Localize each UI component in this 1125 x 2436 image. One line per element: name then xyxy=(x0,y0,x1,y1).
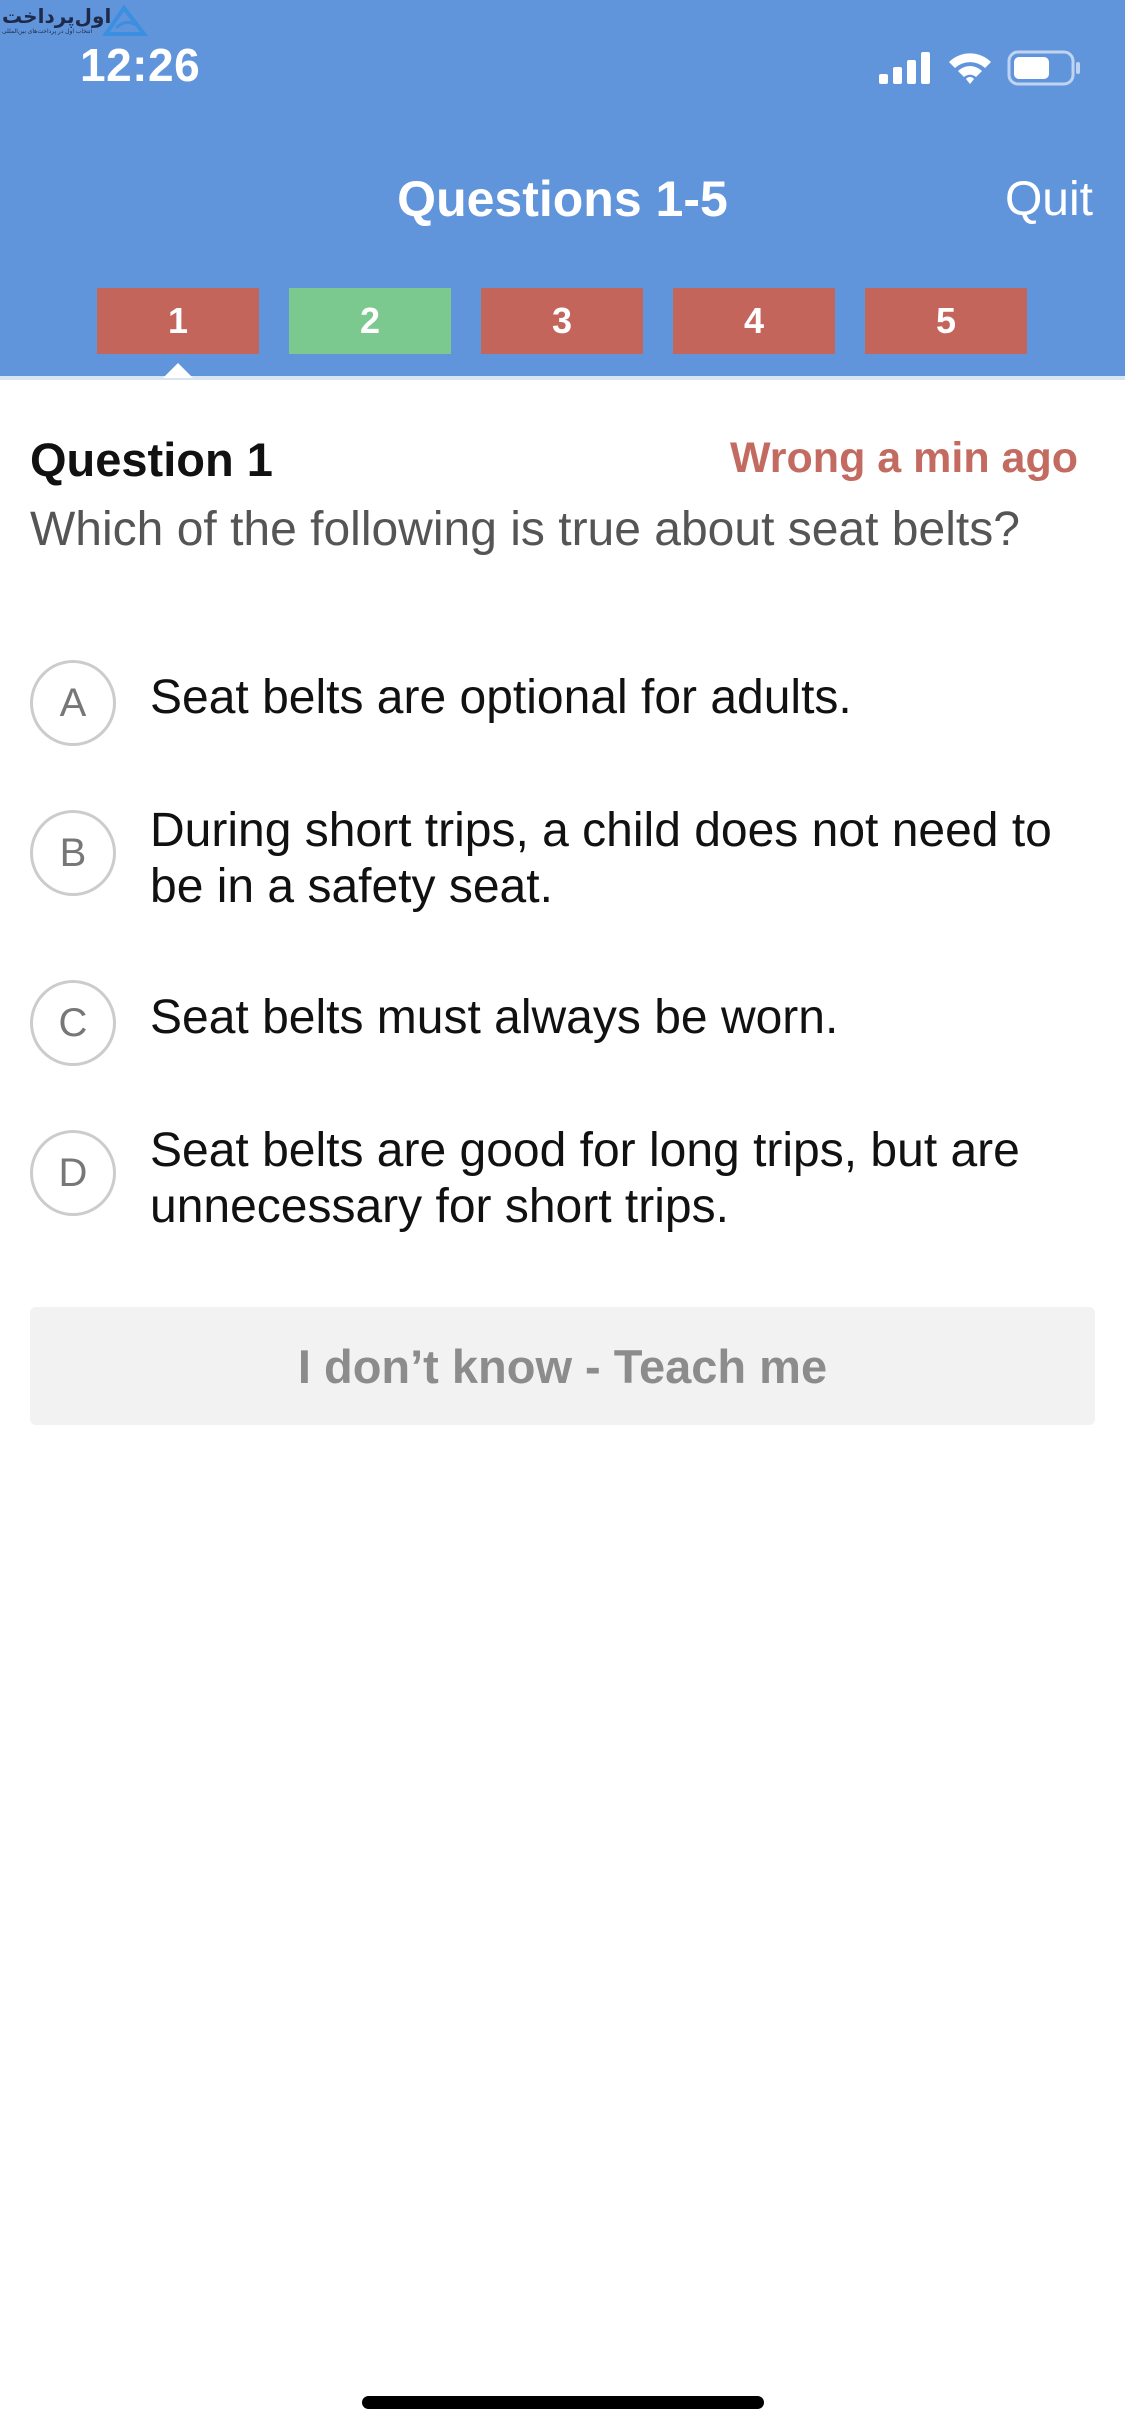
question-tab-1[interactable]: 1 xyxy=(97,288,259,354)
question-heading: Question 1 xyxy=(30,433,273,486)
watermark-subtext: انتخاب اول در پرداخت‌های بین‌المللی xyxy=(2,29,93,35)
selected-tab-pointer xyxy=(163,363,193,378)
answer-option-d[interactable]: D Seat belts are good for long trips, bu… xyxy=(30,1124,1090,1248)
wifi-icon xyxy=(949,53,991,84)
question-tab-3[interactable]: 3 xyxy=(481,288,643,354)
answer-option-a[interactable]: A Seat belts are optional for adults. xyxy=(30,660,1090,750)
question-tab-4[interactable]: 4 xyxy=(673,288,835,354)
option-text: Seat belts are good for long trips, but … xyxy=(150,1124,1020,1233)
watermark-mark-icon xyxy=(102,4,148,36)
option-text: Seat belts must always be worn. xyxy=(150,991,839,1044)
option-letter-circle: A xyxy=(30,660,116,746)
cellular-signal-icon xyxy=(879,52,930,84)
option-letter-circle: B xyxy=(30,810,116,896)
question-text: Which of the following is true about sea… xyxy=(30,503,1020,556)
quit-button[interactable]: Quit xyxy=(1005,172,1093,227)
teach-me-button[interactable]: I don’t know - Teach me xyxy=(30,1307,1095,1425)
home-indicator[interactable] xyxy=(362,2396,764,2409)
watermark-text: اول‌پرداخت xyxy=(2,4,112,28)
option-text: Seat belts are optional for adults. xyxy=(150,671,852,724)
battery-icon xyxy=(1007,50,1080,86)
answer-option-b[interactable]: B During short trips, a child does not n… xyxy=(30,804,1090,928)
question-tab-2[interactable]: 2 xyxy=(289,288,451,354)
watermark-logo: اول‌پرداخت انتخاب اول در پرداخت‌های بین‌… xyxy=(0,0,150,40)
status-icons xyxy=(879,48,1081,88)
quiz-screen: اول‌پرداخت انتخاب اول در پرداخت‌های بین‌… xyxy=(0,0,1125,2436)
question-status-badge: Wrong a min ago xyxy=(730,434,1078,482)
status-time: 12:26 xyxy=(80,39,201,91)
page-title: Questions 1-5 xyxy=(397,171,728,227)
question-tab-5[interactable]: 5 xyxy=(865,288,1027,354)
answer-option-c[interactable]: C Seat belts must always be worn. xyxy=(30,980,1090,1070)
option-letter-circle: D xyxy=(30,1130,116,1216)
option-text: During short trips, a child does not nee… xyxy=(150,804,1052,913)
option-letter-circle: C xyxy=(30,980,116,1066)
